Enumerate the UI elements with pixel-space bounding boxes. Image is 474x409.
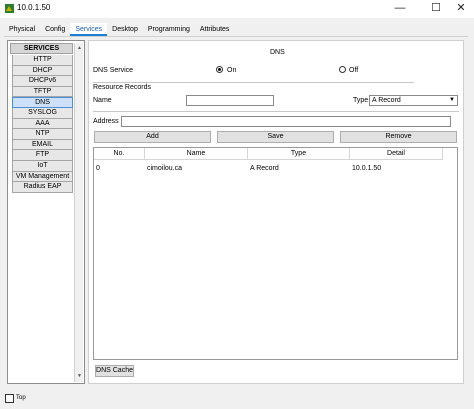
cell-name: cimoilou.ca bbox=[147, 165, 183, 172]
address-label: Address bbox=[93, 118, 119, 125]
records-table bbox=[93, 147, 458, 360]
window-titlebar: 10.0.1.50 — ☐ ✕ bbox=[0, 0, 474, 18]
scroll-up-arrow-icon[interactable]: ▲ bbox=[76, 44, 83, 52]
remove-button[interactable]: Remove bbox=[340, 131, 457, 143]
service-item-aaa[interactable]: AAA bbox=[12, 118, 73, 130]
tab-physical[interactable]: Physical bbox=[4, 23, 40, 36]
cell-type: A Record bbox=[250, 165, 279, 172]
close-button[interactable]: ✕ bbox=[448, 0, 474, 18]
service-item-dns[interactable]: DNS bbox=[12, 97, 73, 108]
top-checkbox[interactable] bbox=[5, 394, 14, 403]
save-button[interactable]: Save bbox=[217, 131, 334, 143]
resource-records-label: Resource Records bbox=[93, 84, 151, 91]
services-list: HTTP DHCP DHCPv6 TFTP DNS SYSLOG AAA NTP… bbox=[12, 55, 73, 193]
cell-no: 0 bbox=[96, 165, 100, 172]
services-header: SERVICES bbox=[10, 43, 73, 54]
dns-off-radio[interactable] bbox=[339, 66, 346, 73]
dns-cache-button[interactable]: DNS Cache bbox=[95, 365, 134, 377]
chevron-down-icon: ▼ bbox=[449, 97, 455, 103]
name-input[interactable] bbox=[186, 95, 274, 106]
column-header-detail[interactable]: Detail bbox=[350, 148, 443, 160]
tab-desktop[interactable]: Desktop bbox=[107, 23, 143, 36]
address-input[interactable] bbox=[121, 116, 451, 127]
service-item-dhcp[interactable]: DHCP bbox=[12, 65, 73, 77]
dns-on-radio[interactable] bbox=[216, 66, 223, 73]
dns-on-label[interactable]: On bbox=[227, 67, 236, 74]
type-select-value: A Record bbox=[372, 97, 401, 104]
type-select[interactable]: A Record ▼ bbox=[369, 95, 458, 106]
scroll-down-arrow-icon[interactable]: ▼ bbox=[76, 372, 83, 380]
dns-title: DNS bbox=[270, 49, 285, 56]
maximize-button[interactable]: ☐ bbox=[423, 0, 449, 18]
minimize-button[interactable]: — bbox=[387, 0, 413, 18]
packet-tracer-app-icon bbox=[5, 4, 14, 13]
tab-attributes[interactable]: Attributes bbox=[195, 23, 235, 36]
service-item-syslog[interactable]: SYSLOG bbox=[12, 107, 73, 119]
service-item-tftp[interactable]: TFTP bbox=[12, 86, 73, 98]
column-header-type[interactable]: Type bbox=[248, 148, 350, 160]
tab-bar: Physical Config Services Desktop Program… bbox=[4, 23, 234, 36]
name-label: Name bbox=[93, 97, 112, 104]
tab-programming[interactable]: Programming bbox=[143, 23, 195, 36]
dns-off-label[interactable]: Off bbox=[349, 67, 358, 74]
cell-detail: 10.0.1.50 bbox=[352, 165, 382, 172]
service-item-ftp[interactable]: FTP bbox=[12, 150, 73, 161]
tab-services[interactable]: Services bbox=[70, 23, 108, 36]
service-item-iot[interactable]: IoT bbox=[12, 160, 73, 172]
service-item-radius-eap[interactable]: Radius EAP bbox=[12, 182, 73, 193]
services-scrollbar[interactable]: ▲ ▼ bbox=[74, 43, 83, 382]
records-divider bbox=[93, 111, 459, 112]
service-item-http[interactable]: HTTP bbox=[12, 55, 73, 66]
service-item-dhcpv6[interactable]: DHCPv6 bbox=[12, 76, 73, 87]
column-header-no[interactable]: No. bbox=[94, 148, 145, 160]
service-item-email[interactable]: EMAIL bbox=[12, 139, 73, 151]
add-button[interactable]: Add bbox=[94, 131, 211, 143]
window-title: 10.0.1.50 bbox=[17, 3, 51, 12]
dns-service-label: DNS Service bbox=[93, 67, 134, 74]
service-item-ntp[interactable]: NTP bbox=[12, 129, 73, 140]
column-header-name[interactable]: Name bbox=[145, 148, 248, 160]
resource-records-divider bbox=[93, 82, 414, 83]
top-label: Top bbox=[16, 395, 26, 401]
type-label: Type bbox=[353, 97, 369, 104]
service-item-vm-management[interactable]: VM Management bbox=[12, 171, 73, 183]
tab-config[interactable]: Config bbox=[40, 23, 70, 36]
